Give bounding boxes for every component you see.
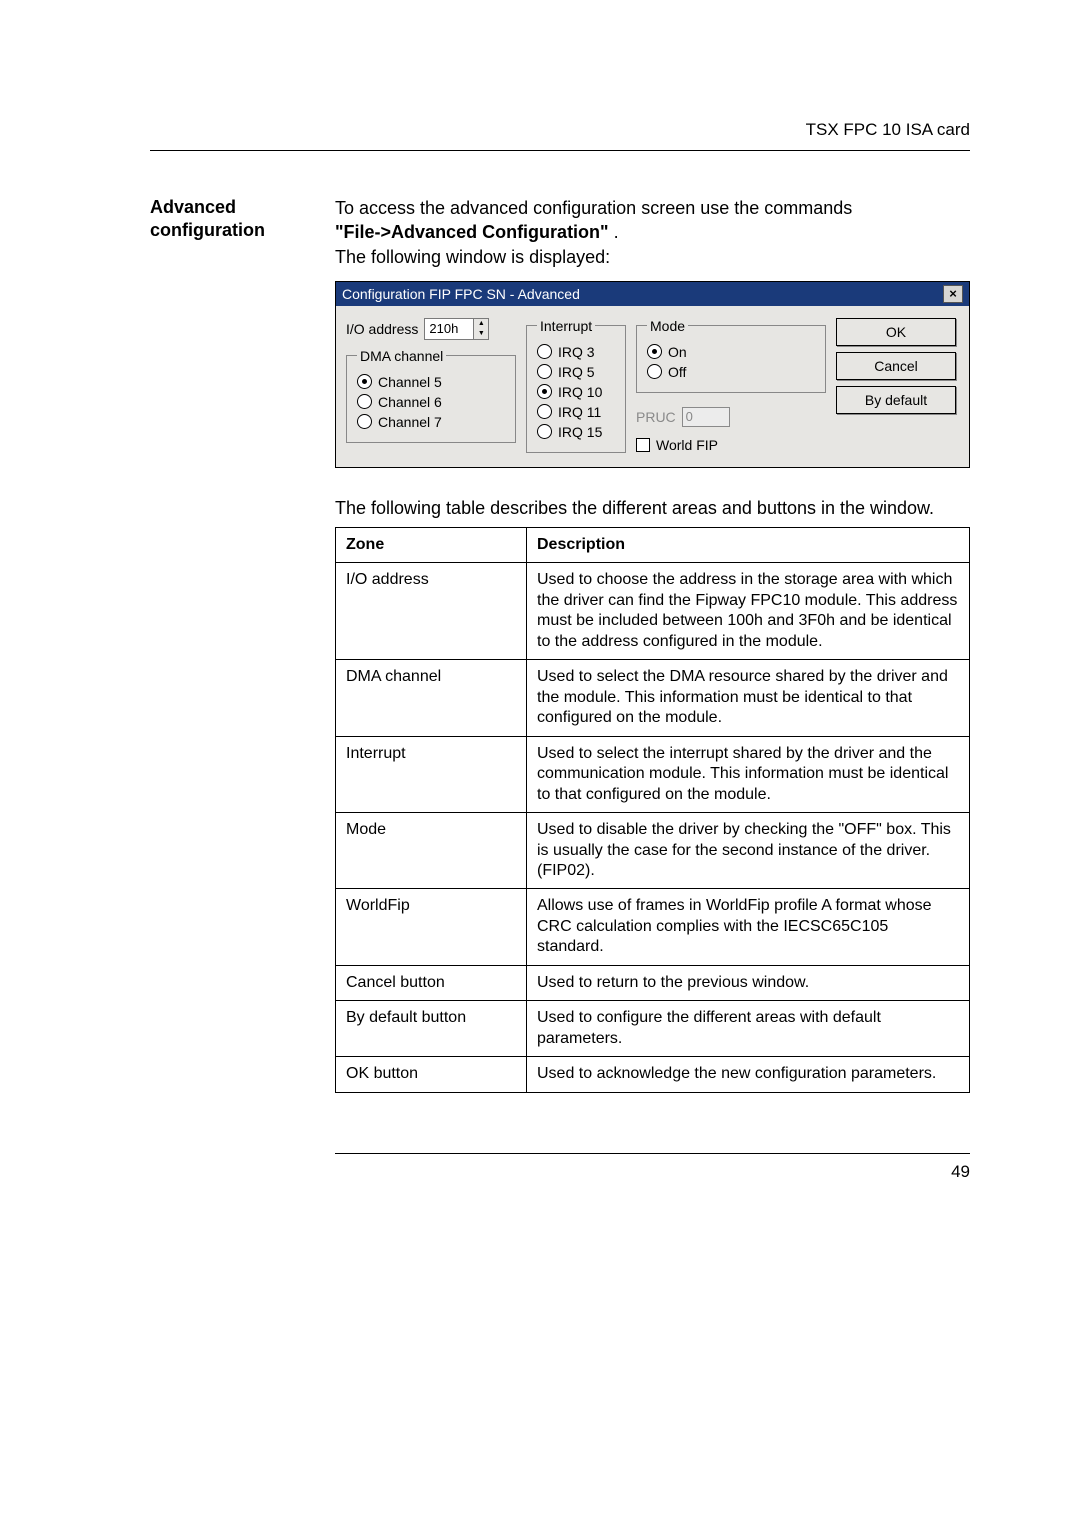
- irq-option[interactable]: IRQ 15: [537, 424, 615, 440]
- table-row: By default button Used to configure the …: [336, 1001, 970, 1057]
- pruc-row: PRUC: [636, 407, 826, 427]
- irq-option[interactable]: IRQ 11: [537, 404, 615, 420]
- doc-title: TSX FPC 10 ISA card: [150, 120, 970, 140]
- table-row: I/O address Used to choose the address i…: [336, 563, 970, 660]
- irq-option-label: IRQ 15: [558, 424, 602, 440]
- spinner-up-icon[interactable]: ▲: [474, 319, 488, 329]
- th-desc: Description: [527, 527, 970, 562]
- cell-desc: Used to select the interrupt shared by t…: [527, 736, 970, 812]
- cell-zone: Mode: [336, 813, 527, 889]
- heading-line2: configuration: [150, 220, 265, 240]
- close-icon[interactable]: ×: [943, 285, 963, 303]
- pruc-input: [682, 407, 730, 427]
- mode-option[interactable]: Off: [647, 364, 815, 380]
- cell-zone: WorldFip: [336, 889, 527, 965]
- radio-icon[interactable]: [537, 384, 552, 399]
- dma-option-label: Channel 6: [378, 394, 442, 410]
- radio-icon[interactable]: [537, 364, 552, 379]
- worldfip-label: World FIP: [656, 437, 718, 453]
- cell-desc: Used to select the DMA resource shared b…: [527, 660, 970, 736]
- irq-option[interactable]: IRQ 5: [537, 364, 615, 380]
- th-zone: Zone: [336, 527, 527, 562]
- table-row: Cancel button Used to return to the prev…: [336, 965, 970, 1000]
- cell-desc: Used to return to the previous window.: [527, 965, 970, 1000]
- dma-option[interactable]: Channel 7: [357, 414, 505, 430]
- radio-icon[interactable]: [357, 394, 372, 409]
- cell-desc: Used to choose the address in the storag…: [527, 563, 970, 660]
- io-address-input[interactable]: [425, 319, 473, 339]
- cell-zone: Interrupt: [336, 736, 527, 812]
- mode-legend: Mode: [647, 318, 688, 334]
- radio-icon[interactable]: [537, 404, 552, 419]
- radio-icon[interactable]: [357, 414, 372, 429]
- irq-option-label: IRQ 5: [558, 364, 595, 380]
- description-table: Zone Description I/O address Used to cho…: [335, 527, 970, 1093]
- table-row: Mode Used to disable the driver by check…: [336, 813, 970, 889]
- irq-option-label: IRQ 11: [558, 404, 601, 420]
- irq-option-label: IRQ 3: [558, 344, 595, 360]
- interrupt-legend: Interrupt: [537, 318, 595, 334]
- dma-channel-group: DMA channel Channel 5 Channel 6: [346, 348, 516, 443]
- intro-paragraph: To access the advanced configuration scr…: [335, 196, 970, 269]
- cell-zone: OK button: [336, 1057, 527, 1092]
- irq-option[interactable]: IRQ 3: [537, 344, 615, 360]
- mode-option-label: Off: [668, 364, 686, 380]
- cell-zone: By default button: [336, 1001, 527, 1057]
- cell-desc: Allows use of frames in WorldFip profile…: [527, 889, 970, 965]
- table-row: OK button Used to acknowledge the new co…: [336, 1057, 970, 1092]
- bottom-rule: [335, 1153, 970, 1154]
- dma-option-label: Channel 7: [378, 414, 442, 430]
- mode-group: Mode On Off: [636, 318, 826, 393]
- worldfip-row[interactable]: World FIP: [636, 437, 826, 453]
- radio-icon[interactable]: [537, 424, 552, 439]
- io-address-spinner[interactable]: ▲ ▼: [424, 318, 489, 340]
- radio-icon[interactable]: [647, 344, 662, 359]
- table-row: Interrupt Used to select the interrupt s…: [336, 736, 970, 812]
- dma-option-label: Channel 5: [378, 374, 442, 390]
- heading-line1: Advanced: [150, 197, 236, 217]
- cancel-button[interactable]: Cancel: [836, 352, 956, 380]
- intro-command: "File->Advanced Configuration": [335, 222, 609, 242]
- table-caption: The following table describes the differ…: [335, 498, 970, 519]
- top-rule: [150, 150, 970, 151]
- radio-icon[interactable]: [647, 364, 662, 379]
- dma-legend: DMA channel: [357, 348, 446, 364]
- interrupt-group: Interrupt IRQ 3 IRQ 5 IRQ: [526, 318, 626, 453]
- table-row: DMA channel Used to select the DMA resou…: [336, 660, 970, 736]
- cell-zone: I/O address: [336, 563, 527, 660]
- cell-desc: Used to acknowledge the new configuratio…: [527, 1057, 970, 1092]
- dialog-title: Configuration FIP FPC SN - Advanced: [342, 286, 580, 302]
- cell-zone: Cancel button: [336, 965, 527, 1000]
- pruc-label: PRUC: [636, 409, 676, 425]
- dma-option[interactable]: Channel 6: [357, 394, 505, 410]
- mode-option-label: On: [668, 344, 687, 360]
- checkbox-icon[interactable]: [636, 438, 650, 452]
- config-dialog: Configuration FIP FPC SN - Advanced × I/…: [335, 281, 970, 468]
- dma-option[interactable]: Channel 5: [357, 374, 505, 390]
- table-row: WorldFip Allows use of frames in WorldFi…: [336, 889, 970, 965]
- ok-button[interactable]: OK: [836, 318, 956, 346]
- irq-option[interactable]: IRQ 10: [537, 384, 615, 400]
- section-heading: Advanced configuration: [150, 196, 300, 1182]
- by-default-button[interactable]: By default: [836, 386, 956, 414]
- radio-icon[interactable]: [537, 344, 552, 359]
- intro-line2: The following window is displayed:: [335, 247, 610, 267]
- dialog-titlebar: Configuration FIP FPC SN - Advanced ×: [336, 282, 969, 306]
- cell-desc: Used to configure the different areas wi…: [527, 1001, 970, 1057]
- io-address-label: I/O address: [346, 321, 418, 337]
- cell-zone: DMA channel: [336, 660, 527, 736]
- intro-period: .: [609, 222, 619, 242]
- mode-option[interactable]: On: [647, 344, 815, 360]
- cell-desc: Used to disable the driver by checking t…: [527, 813, 970, 889]
- intro-line1: To access the advanced configuration scr…: [335, 198, 852, 218]
- radio-icon[interactable]: [357, 374, 372, 389]
- irq-option-label: IRQ 10: [558, 384, 602, 400]
- spinner-down-icon[interactable]: ▼: [474, 329, 488, 339]
- page-number: 49: [335, 1162, 970, 1182]
